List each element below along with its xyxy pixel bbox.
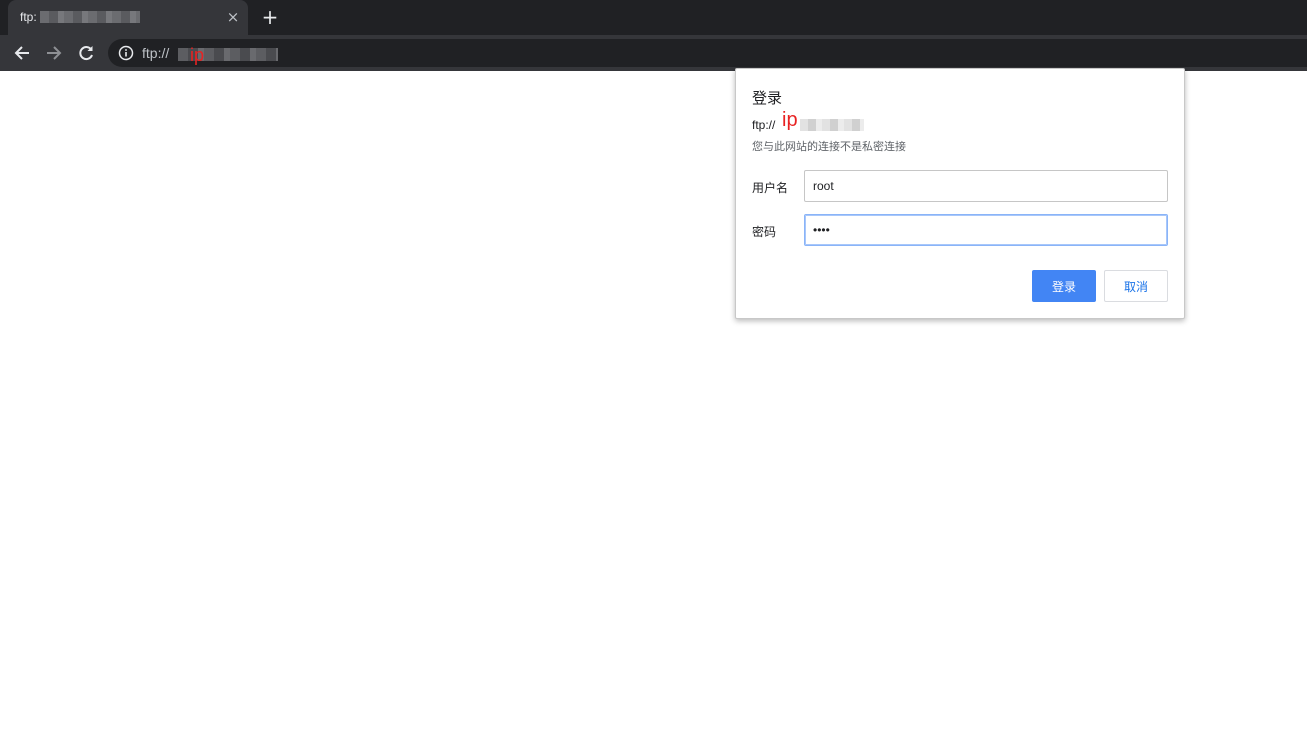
dialog-title: 登录 xyxy=(752,89,783,107)
login-button[interactable]: 登录 xyxy=(1032,270,1096,302)
browser-toolbar: ftp:// ip xyxy=(0,35,1307,71)
tab-title: ftp: xyxy=(20,10,37,24)
password-label: 密码 xyxy=(752,225,777,239)
connection-warning: 您与此网站的连接不是私密连接 xyxy=(752,140,906,153)
username-field[interactable] xyxy=(804,170,1168,202)
tab-title-redaction xyxy=(40,11,140,23)
dialog-origin: ftp:// xyxy=(752,118,776,132)
reload-button[interactable] xyxy=(73,40,99,66)
address-bar[interactable]: ftp:// ip xyxy=(108,39,1307,67)
tab-strip: ftp: × + xyxy=(0,0,1307,35)
origin-ip-annotation: ip xyxy=(782,109,798,131)
password-field[interactable] xyxy=(804,214,1168,246)
new-tab-icon[interactable]: + xyxy=(260,6,280,28)
forward-button[interactable] xyxy=(41,40,67,66)
username-label: 用户名 xyxy=(752,181,789,195)
url-text: ftp:// xyxy=(142,45,170,61)
cancel-button[interactable]: 取消 xyxy=(1104,270,1168,302)
arrow-right-icon xyxy=(47,46,62,60)
back-button[interactable] xyxy=(9,40,35,66)
url-ip-annotation: ip xyxy=(190,45,205,65)
close-icon[interactable]: × xyxy=(224,8,242,26)
info-icon[interactable] xyxy=(118,45,134,61)
origin-redaction xyxy=(800,119,864,131)
arrow-left-icon xyxy=(14,46,29,60)
reload-icon xyxy=(79,46,93,61)
login-dialog: 登录 ftp:// ip 您与此网站的连接不是私密连接 用户名 密码 登录 取消 xyxy=(735,68,1185,319)
tab-active[interactable]: ftp: × xyxy=(8,0,248,35)
